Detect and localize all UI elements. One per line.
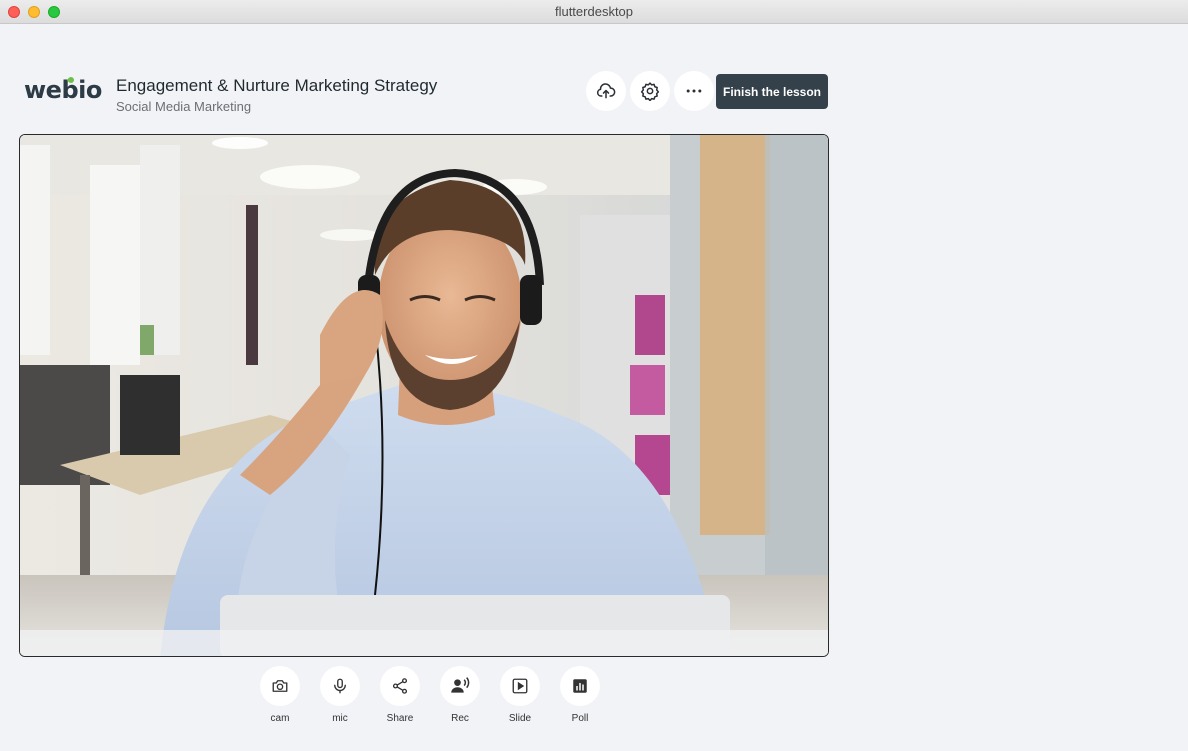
lesson-titles: Engagement & Nurture Marketing Strategy … xyxy=(116,76,437,114)
close-window-button[interactable] xyxy=(8,6,20,18)
slide-label: Slide xyxy=(508,713,532,724)
share-label: Share xyxy=(386,713,414,724)
poll-label: Poll xyxy=(571,713,589,724)
video-feed[interactable] xyxy=(19,134,829,657)
gear-icon xyxy=(640,82,660,101)
poll-control[interactable]: Poll xyxy=(550,666,610,724)
mic-control[interactable]: mic xyxy=(310,666,370,724)
share-control[interactable]: Share xyxy=(370,666,430,724)
share-icon xyxy=(392,678,408,694)
slide-play-icon xyxy=(512,678,528,694)
cam-button[interactable] xyxy=(260,666,300,706)
share-button[interactable] xyxy=(380,666,420,706)
more-horizontal-icon xyxy=(686,89,702,93)
logo-text: webio xyxy=(24,76,102,104)
video-scene xyxy=(20,135,828,656)
rec-control[interactable]: Rec xyxy=(430,666,490,724)
poll-chart-icon xyxy=(573,679,587,693)
meeting-controls: cam mic Share Rec Slide Poll xyxy=(250,666,610,724)
maximize-window-button[interactable] xyxy=(48,6,60,18)
window-controls xyxy=(8,6,60,18)
cam-control[interactable]: cam xyxy=(250,666,310,724)
cloud-upload-icon xyxy=(596,83,616,99)
more-options-button[interactable] xyxy=(674,71,714,111)
slide-control[interactable]: Slide xyxy=(490,666,550,724)
rec-label: Rec xyxy=(451,713,469,724)
camera-icon xyxy=(272,680,288,692)
mic-button[interactable] xyxy=(320,666,360,706)
window-title: flutterdesktop xyxy=(554,4,634,19)
lesson-subtitle: Social Media Marketing xyxy=(116,99,252,114)
upload-button[interactable] xyxy=(586,71,626,111)
poll-button[interactable] xyxy=(560,666,600,706)
lesson-title: Engagement & Nurture Marketing Strategy xyxy=(116,76,438,95)
cam-label: cam xyxy=(270,713,290,724)
finish-lesson-button[interactable]: Finish the lesson xyxy=(716,74,828,109)
rec-button[interactable] xyxy=(440,666,480,706)
mic-label: mic xyxy=(332,713,348,724)
microphone-icon xyxy=(334,678,346,694)
webio-logo[interactable]: webio xyxy=(24,75,102,104)
slide-button[interactable] xyxy=(500,666,540,706)
settings-button[interactable] xyxy=(630,71,670,111)
record-speaker-icon xyxy=(451,677,470,693)
minimize-window-button[interactable] xyxy=(28,6,40,18)
lesson-header: webio Engagement & Nurture Marketing Str… xyxy=(0,70,830,114)
window-titlebar: flutterdesktop xyxy=(0,0,1188,24)
